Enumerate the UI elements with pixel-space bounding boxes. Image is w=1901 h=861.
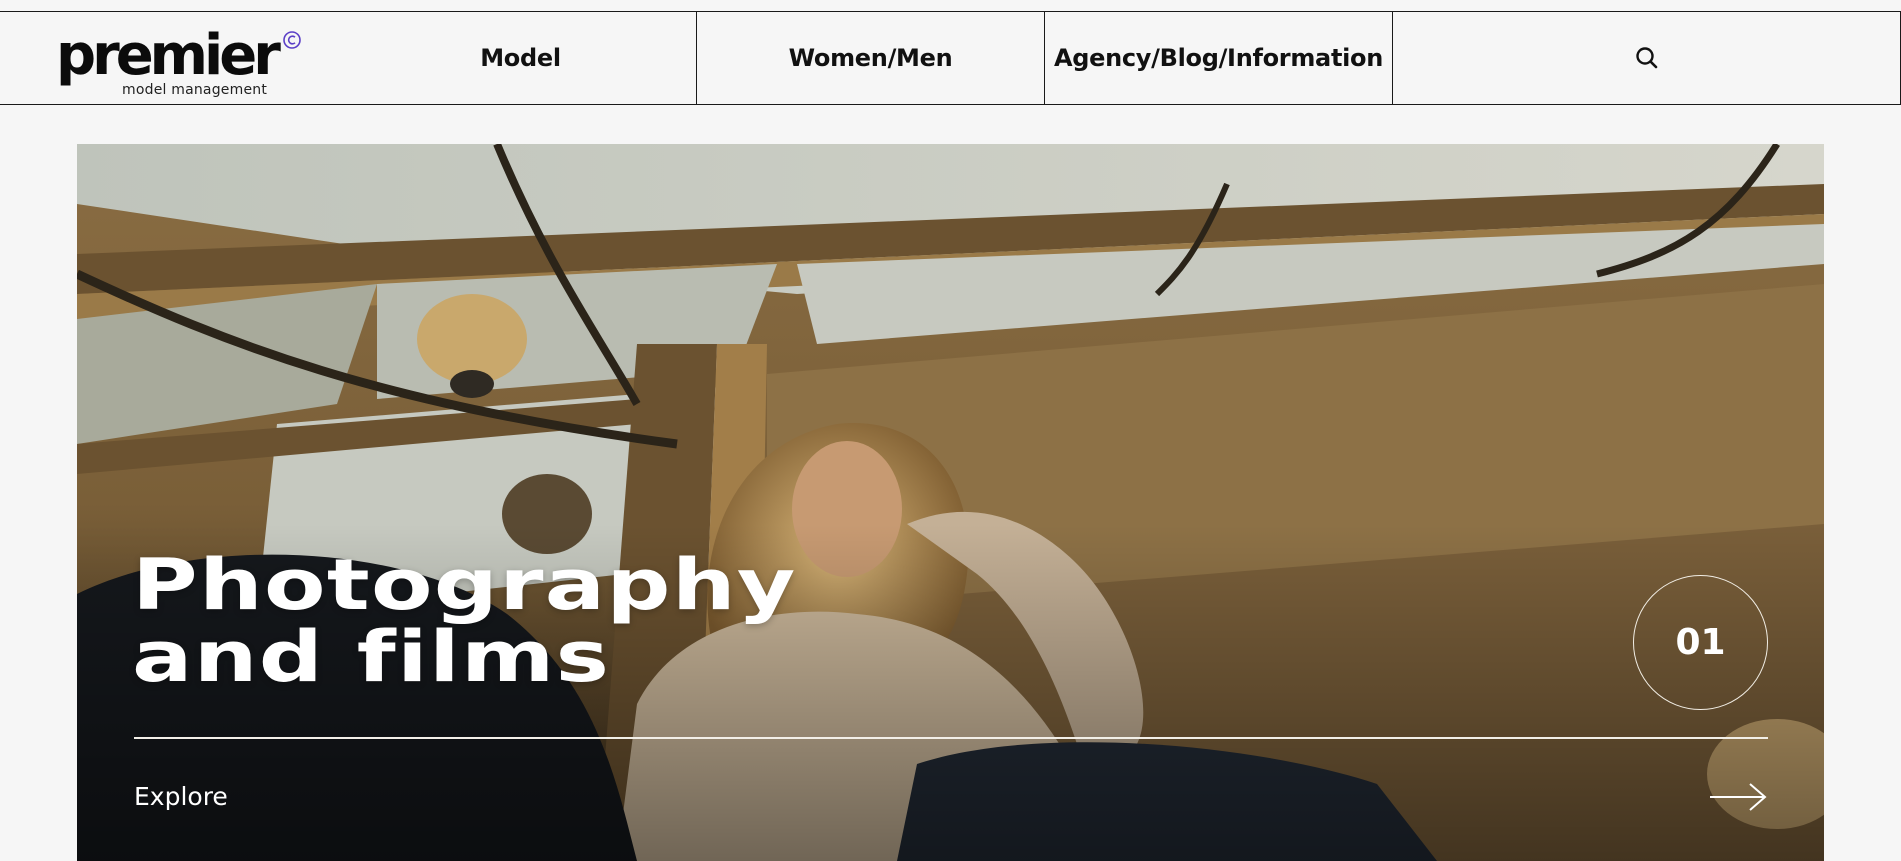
brand-name: premier xyxy=(56,23,281,88)
hero-title-line-2: and films xyxy=(132,616,611,698)
nav-cell-women-men: Women/Men xyxy=(697,12,1045,104)
nav-cell-model: Model xyxy=(345,12,697,104)
nav-link-model[interactable]: Model xyxy=(480,44,561,72)
copyright-mark-icon xyxy=(283,31,301,49)
nav-cell-agency: Agency/Blog/Information xyxy=(1045,12,1393,104)
nav-link-agency-blog-information[interactable]: Agency/Blog/Information xyxy=(1054,44,1383,72)
arrow-right-icon[interactable] xyxy=(1708,782,1768,812)
search-cell[interactable] xyxy=(1393,12,1901,104)
logo-cell: premier model management xyxy=(0,12,345,104)
hero-title: Photography and films xyxy=(132,549,797,693)
explore-link[interactable]: Explore xyxy=(134,782,228,811)
slide-counter: 01 xyxy=(1633,575,1768,710)
brand-tagline: model management xyxy=(122,82,268,98)
hero-divider xyxy=(134,737,1768,739)
top-navigation: premier model management Model Women/Men… xyxy=(0,11,1901,105)
nav-link-women-men[interactable]: Women/Men xyxy=(789,44,953,72)
search-icon[interactable] xyxy=(1634,45,1660,71)
hero-photo xyxy=(77,144,1824,861)
hero-banner[interactable]: Photography and films 01 Explore xyxy=(77,144,1824,861)
brand-logo[interactable]: premier model management xyxy=(56,23,306,97)
hero-title-line-1: Photography xyxy=(132,544,797,626)
